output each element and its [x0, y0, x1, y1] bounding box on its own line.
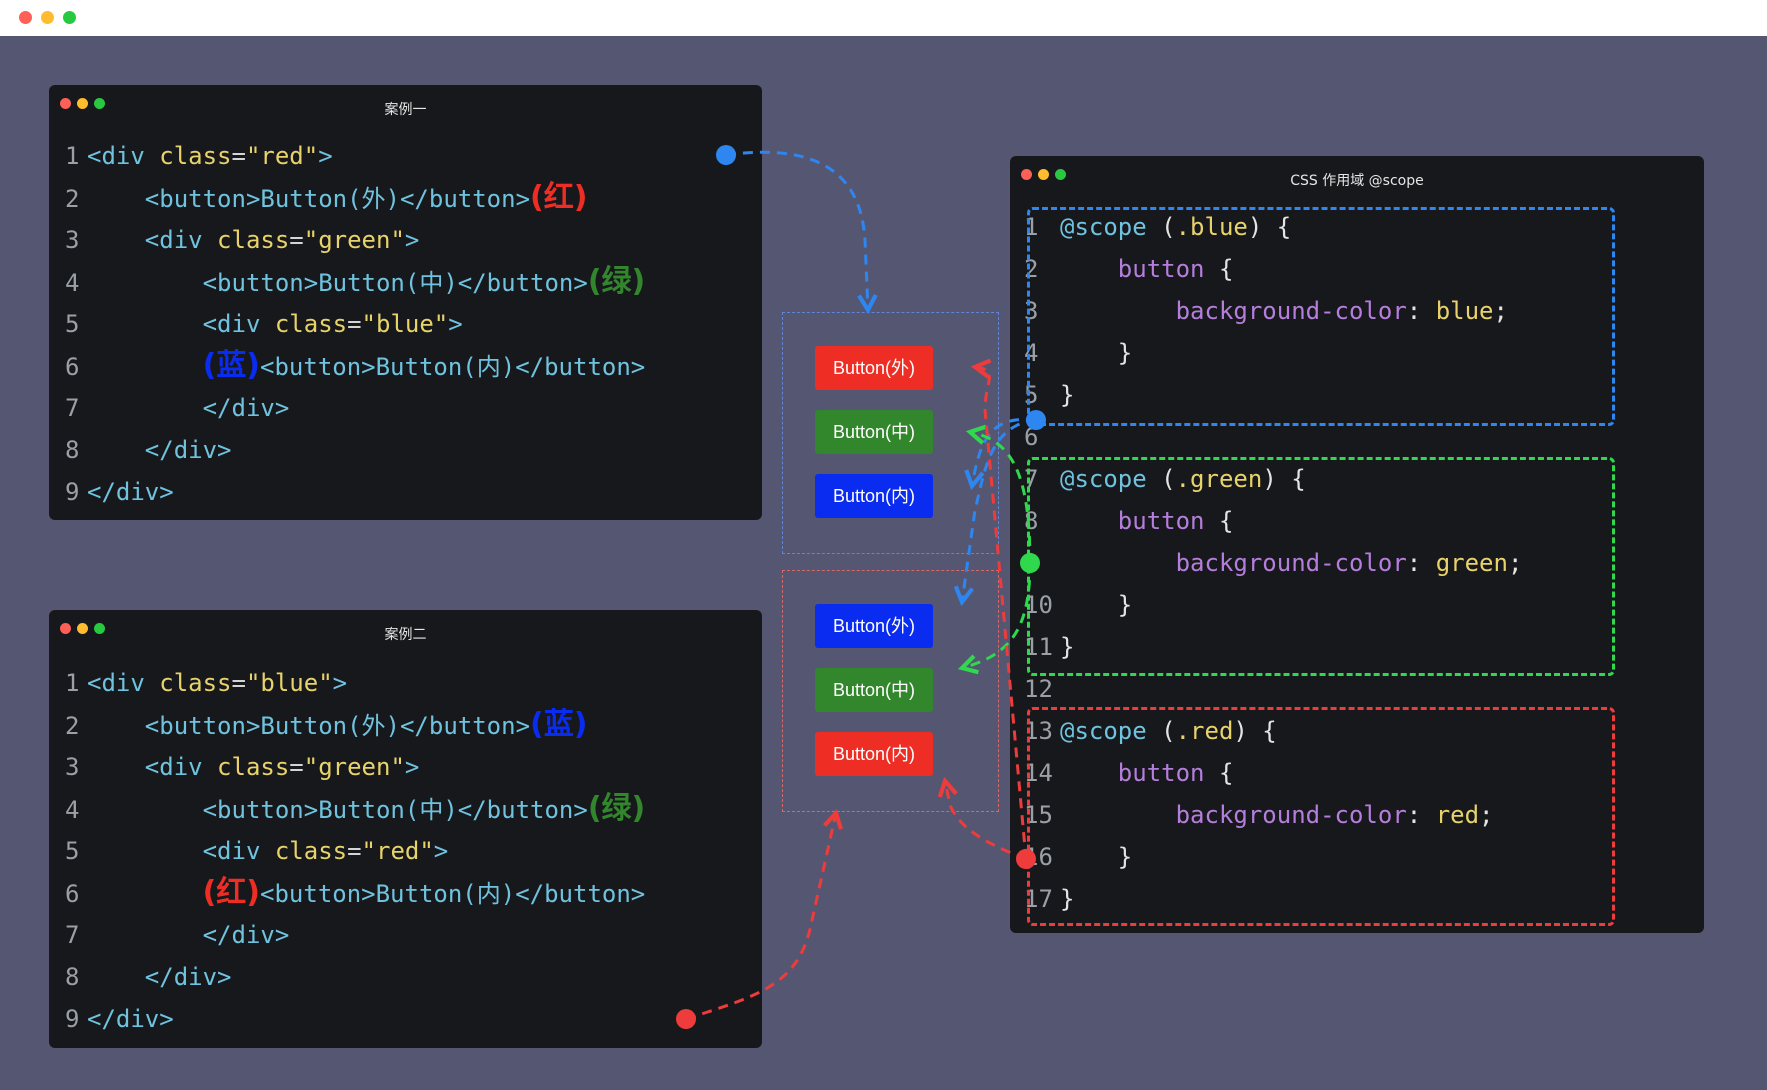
- red-scope-to-case2-inner-arrow: [945, 781, 1027, 861]
- red-scope-dot: [1016, 849, 1036, 869]
- case1-connector-dot: [716, 145, 736, 165]
- red-scope-to-case1-outer-arrow: [975, 367, 1028, 860]
- green-scope-to-case2-middle-arrow: [962, 562, 1032, 668]
- blue-scope-to-case1-inner-arrow: [972, 417, 1037, 486]
- case2-connector-dot: [676, 1009, 696, 1029]
- blue-scope-dot: [1026, 410, 1046, 430]
- case1-to-preview-arrow: [725, 150, 868, 310]
- connector-arrows: [676, 145, 1046, 1029]
- green-scope-dot: [1020, 553, 1040, 573]
- case2-to-preview-arrow: [685, 813, 836, 1021]
- blue-scope-to-case2-outer-arrow: [962, 418, 1037, 602]
